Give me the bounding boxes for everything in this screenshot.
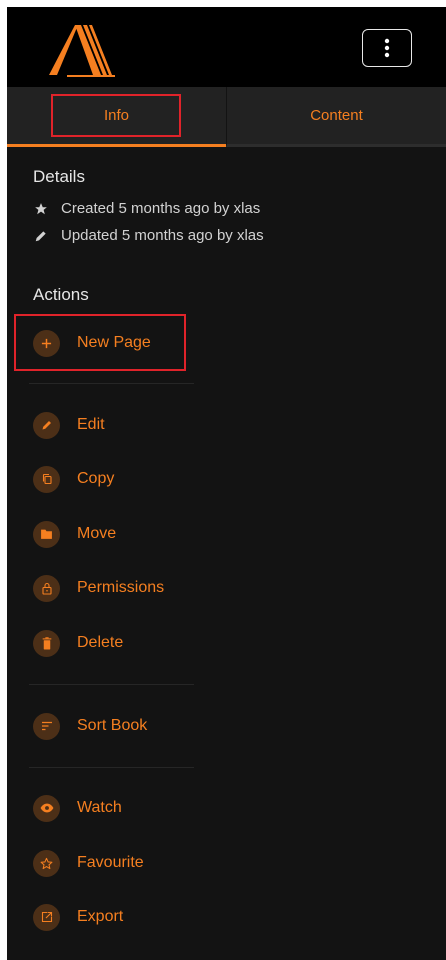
edit-label: Edit xyxy=(77,416,105,433)
updated-info: Updated 5 months ago by xlas xyxy=(33,227,264,244)
sort-book-action[interactable]: Sort Book xyxy=(33,711,147,741)
tab-info[interactable]: Info xyxy=(7,87,226,147)
updated-text: Updated 5 months ago by xlas xyxy=(61,227,264,244)
watch-label: Watch xyxy=(77,799,122,816)
new-page-action[interactable]: New Page xyxy=(33,328,151,358)
permissions-action[interactable]: Permissions xyxy=(33,573,164,603)
tab-content-label: Content xyxy=(310,107,363,124)
star-icon xyxy=(33,201,49,217)
tab-info-highlight xyxy=(51,94,181,137)
lock-icon xyxy=(33,574,60,602)
favourite-label: Favourite xyxy=(77,854,144,871)
tab-bar: Info Content xyxy=(7,87,446,147)
export-label: Export xyxy=(77,908,124,925)
actions-divider-2 xyxy=(29,684,194,685)
sort-book-label: Sort Book xyxy=(77,717,148,734)
bookstack-logo[interactable] xyxy=(45,21,117,77)
delete-label: Delete xyxy=(77,634,124,651)
trash-icon xyxy=(33,629,60,657)
permissions-label: Permissions xyxy=(77,579,165,596)
created-text: Created 5 months ago by xlas xyxy=(61,200,261,217)
delete-action[interactable]: Delete xyxy=(33,628,123,658)
pencil-icon xyxy=(33,228,49,244)
tab-content[interactable]: Content xyxy=(226,87,446,147)
menu-button[interactable] xyxy=(362,29,412,67)
star-outline-icon xyxy=(33,849,60,877)
top-bar xyxy=(7,7,446,87)
move-label: Move xyxy=(77,525,117,542)
details-heading: Details xyxy=(33,167,85,186)
actions-divider-3 xyxy=(29,767,194,768)
copy-action[interactable]: Copy xyxy=(33,464,114,494)
move-action[interactable]: Move xyxy=(33,519,116,549)
export-icon xyxy=(33,903,60,931)
eye-icon xyxy=(33,794,60,822)
sort-icon xyxy=(33,712,60,740)
edit-action[interactable]: Edit xyxy=(33,410,105,440)
pencil-icon xyxy=(33,411,60,439)
actions-divider-1 xyxy=(29,383,194,384)
plus-icon xyxy=(33,329,60,357)
copy-label: Copy xyxy=(77,470,115,487)
export-action[interactable]: Export xyxy=(33,902,123,932)
app-container: Info Content Details Created 5 months ag… xyxy=(7,7,446,960)
vertical-dots-icon xyxy=(384,38,390,58)
actions-heading: Actions xyxy=(33,285,89,304)
created-info: Created 5 months ago by xlas xyxy=(33,200,260,217)
favourite-action[interactable]: Favourite xyxy=(33,848,144,878)
folder-icon xyxy=(33,520,60,548)
copy-icon xyxy=(33,465,60,493)
watch-action[interactable]: Watch xyxy=(33,793,122,823)
new-page-label: New Page xyxy=(77,334,151,351)
